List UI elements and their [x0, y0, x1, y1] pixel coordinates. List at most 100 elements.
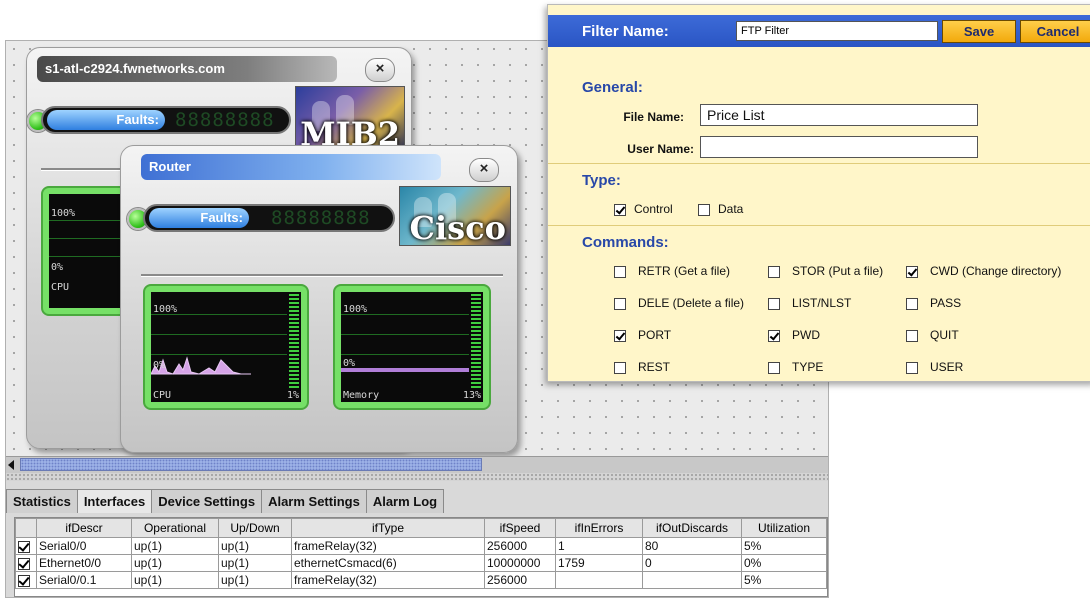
tab-interfaces[interactable]: Interfaces	[76, 489, 153, 513]
command-checkbox[interactable]	[614, 266, 626, 278]
command-checkbox[interactable]	[614, 362, 626, 374]
scroll-left-arrow-icon[interactable]	[8, 460, 14, 470]
device-title-text: Router	[149, 159, 191, 174]
command-checkbox[interactable]	[768, 266, 780, 278]
command-label: PORT	[638, 328, 672, 342]
cancel-button[interactable]: Cancel	[1020, 20, 1090, 43]
table-row[interactable]: Serial0/0.1 up(1) up(1) frameRelay(32) 2…	[15, 571, 827, 589]
device-title: s1-atl-c2924.fwnetworks.com	[37, 56, 337, 82]
table-cell: up(1)	[131, 571, 219, 589]
table-cell: 0	[642, 554, 742, 572]
type-data-checkbox[interactable]	[698, 204, 710, 216]
column-header[interactable]: ifOutDiscards	[642, 518, 742, 538]
ftp-filter-panel: Filter Name: FTP Filter Save Cancel Gene…	[547, 4, 1090, 382]
section-title: Commands:	[582, 234, 669, 251]
table-header-row: ifDescr Operational Up/Down ifType ifSpe…	[15, 518, 827, 538]
table-row[interactable]: Ethernet0/0 up(1) up(1) ethernetCsmacd(6…	[15, 554, 827, 572]
table-cell: Serial0/0	[36, 537, 132, 555]
type-data-label: Data	[718, 202, 744, 216]
type-control-checkbox[interactable]	[614, 204, 626, 216]
mib2-logo: MIB2	[295, 86, 405, 152]
user-name-field[interactable]	[700, 136, 978, 158]
gauge-value: 13%	[462, 390, 481, 401]
column-header[interactable]: ifDescr	[36, 518, 132, 538]
command-label: PWD	[792, 328, 820, 342]
command-checkbox[interactable]	[906, 362, 918, 374]
filter-header: Filter Name: FTP Filter Save Cancel	[548, 5, 1090, 55]
type-section: Type: Control Data	[548, 163, 1090, 226]
table-cell: 256000	[484, 571, 556, 589]
table-cell: up(1)	[131, 537, 219, 555]
device-title: Router	[141, 154, 441, 180]
section-title: General:	[582, 79, 643, 96]
gauge-name: CPU	[153, 390, 172, 401]
save-button[interactable]: Save	[942, 20, 1016, 43]
faults-value: 88888888	[175, 109, 275, 131]
row-checkbox[interactable]	[18, 540, 30, 553]
memory-level-band	[341, 368, 469, 372]
gauge-name: Memory	[343, 390, 380, 401]
row-checkbox[interactable]	[18, 557, 30, 570]
user-name-label: User Name:	[627, 142, 694, 156]
faults-label: Faults:	[47, 110, 165, 130]
logo-text: Cisco	[409, 209, 506, 246]
memory-gauge: 100% 0% Memory 13%	[333, 284, 491, 410]
table-cell: frameRelay(32)	[291, 537, 485, 555]
column-header[interactable]: Utilization	[741, 518, 827, 538]
table-cell	[555, 571, 643, 589]
table-cell: up(1)	[218, 554, 292, 572]
faults-display: Faults: 88888888	[143, 204, 395, 232]
command-checkbox[interactable]	[906, 298, 918, 310]
section-title: Type:	[582, 172, 621, 189]
command-label: PASS	[930, 296, 962, 310]
file-name-field[interactable]: Price List	[700, 104, 978, 126]
command-label: LIST/NLST	[792, 296, 852, 310]
command-checkbox[interactable]	[906, 266, 918, 278]
command-label: DELE (Delete a file)	[638, 296, 745, 310]
command-checkbox[interactable]	[768, 330, 780, 342]
table-cell: 5%	[741, 571, 827, 589]
command-checkbox[interactable]	[768, 298, 780, 310]
faults-label: Faults:	[149, 208, 249, 228]
pane-splitter[interactable]	[6, 473, 828, 481]
tab-bar: Statistics Interfaces Device Settings Al…	[6, 489, 445, 513]
cpu-history-graph	[151, 356, 251, 375]
table-cell: 5%	[741, 537, 827, 555]
command-label: CWD (Change directory)	[930, 264, 1062, 278]
command-checkbox[interactable]	[614, 298, 626, 310]
faults-display: Faults: 88888888	[41, 106, 291, 134]
table-cell: Serial0/0.1	[36, 571, 132, 589]
gauge-value: 1%	[286, 390, 299, 401]
table-cell: 0%	[741, 554, 827, 572]
tab-device-settings[interactable]: Device Settings	[151, 489, 263, 513]
file-name-label: File Name:	[623, 110, 684, 124]
filter-title-bar: Filter Name: FTP Filter Save Cancel	[548, 15, 1090, 47]
table-cell	[642, 571, 742, 589]
scrollbar-thumb[interactable]	[20, 458, 482, 471]
command-checkbox[interactable]	[768, 362, 780, 374]
type-control-label: Control	[634, 202, 673, 216]
column-header[interactable]: ifInErrors	[555, 518, 643, 538]
device-panel-router[interactable]: Router × Faults: 88888888 Cisco 100% 0% …	[120, 145, 518, 453]
column-header[interactable]: Operational	[131, 518, 219, 538]
tab-statistics[interactable]: Statistics	[6, 489, 78, 513]
column-header[interactable]	[15, 518, 37, 538]
horizontal-scrollbar[interactable]	[6, 456, 828, 473]
table-row[interactable]: Serial0/0 up(1) up(1) frameRelay(32) 256…	[15, 537, 827, 555]
column-header[interactable]: ifSpeed	[484, 518, 556, 538]
table-cell: 80	[642, 537, 742, 555]
faults-value: 88888888	[271, 207, 371, 229]
gauge-zero-label: 0%	[153, 360, 166, 371]
row-checkbox[interactable]	[18, 574, 30, 587]
close-button[interactable]: ×	[365, 58, 395, 82]
column-header[interactable]: ifType	[291, 518, 485, 538]
command-checkbox[interactable]	[906, 330, 918, 342]
tab-alarm-log[interactable]: Alarm Log	[365, 489, 445, 513]
table-cell: frameRelay(32)	[291, 571, 485, 589]
close-button[interactable]: ×	[469, 158, 499, 182]
tab-alarm-settings[interactable]: Alarm Settings	[261, 489, 367, 513]
filter-name-input[interactable]: FTP Filter	[736, 21, 938, 41]
table-cell: up(1)	[218, 571, 292, 589]
column-header[interactable]: Up/Down	[218, 518, 292, 538]
command-checkbox[interactable]	[614, 330, 626, 342]
